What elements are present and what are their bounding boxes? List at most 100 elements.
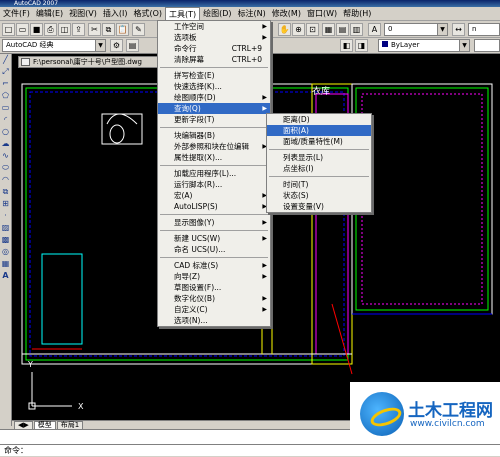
draw-toolbar: ╱ ⤢ ⌐ ⬠ ▭ ◜ ○ ☁ ∿ ⬭ ◠ ⧉ ⊞ · ▨ ▩ ◎ ▦ A xyxy=(0,54,12,426)
menu-edit[interactable]: 编辑(E) xyxy=(33,7,66,20)
menu-file[interactable]: 文件(F) xyxy=(0,7,33,20)
tools-menu-item-label: 命名 UCS(U)... xyxy=(174,245,226,254)
tools-menu-item[interactable]: 命名 UCS(U)... xyxy=(158,244,270,255)
open-file-icon[interactable]: ▭ xyxy=(16,23,29,36)
zoom-window-icon[interactable]: ⊡ xyxy=(306,23,319,36)
text-style-combo[interactable]: 0 ▼ xyxy=(384,23,448,36)
designcenter-icon[interactable]: ▤ xyxy=(336,23,349,36)
region-icon[interactable]: ◎ xyxy=(0,246,11,258)
query-submenu-item[interactable]: 面积(A) xyxy=(267,125,371,136)
text-style-icon[interactable]: A xyxy=(368,23,381,36)
toolpalette-icon[interactable]: ▥ xyxy=(350,23,363,36)
tools-menu-item[interactable]: 快速选择(K)... xyxy=(158,81,270,92)
menu-view[interactable]: 视图(V) xyxy=(66,7,100,20)
cut-icon[interactable]: ✂ xyxy=(88,23,101,36)
menu-format[interactable]: 格式(O) xyxy=(130,7,165,20)
tools-menu-item[interactable]: 自定义(C) ▶ xyxy=(158,304,270,315)
tools-menu-item[interactable]: 运行脚本(R)... xyxy=(158,179,270,190)
insert-block-icon[interactable]: ⧉ xyxy=(0,186,11,198)
color-combo[interactable]: ByLayer ▼ xyxy=(378,39,470,52)
tools-menu-item[interactable]: 块编辑器(B) xyxy=(158,130,270,141)
query-submenu-item[interactable]: 面域/质量特性(M) xyxy=(267,136,371,147)
copy-icon[interactable]: ⧉ xyxy=(102,23,115,36)
menu-separator xyxy=(160,214,268,215)
menu-dimension[interactable]: 标注(N) xyxy=(235,7,269,20)
mtext-icon[interactable]: A xyxy=(0,270,11,282)
spline-icon[interactable]: ∿ xyxy=(0,150,11,162)
preview-icon[interactable]: ◫ xyxy=(58,23,71,36)
tools-menu-item[interactable]: 工作空间 ▶ xyxy=(158,21,270,32)
query-submenu-item[interactable]: 时间(T) xyxy=(267,179,371,190)
ellipse-arc-icon[interactable]: ◠ xyxy=(0,174,11,186)
new-file-icon[interactable]: □ xyxy=(2,23,15,36)
zoom-icon[interactable]: ⊕ xyxy=(292,23,305,36)
tools-menu-item[interactable]: 清除屏幕 CTRL+0 xyxy=(158,54,270,65)
tools-menu-item[interactable]: 新建 UCS(W) ▶ xyxy=(158,233,270,244)
hatch-icon[interactable]: ▨ xyxy=(0,222,11,234)
tools-menu-item[interactable]: 选项(N)... xyxy=(158,315,270,326)
tools-menu-item[interactable]: 宏(A) ▶ xyxy=(158,190,270,201)
tools-menu-item[interactable]: 选项板 ▶ xyxy=(158,32,270,43)
query-submenu: 距离(D) 面积(A) 面域/质量特性(M) 列表显示(L) 点坐标(I) 时间(T) 状态… xyxy=(266,113,372,213)
polyline-icon[interactable]: ⌐ xyxy=(0,78,11,90)
tools-menu-item[interactable]: CAD 标准(S) ▶ xyxy=(158,260,270,271)
workspace-combo[interactable]: AutoCAD 经典 ▼ xyxy=(2,39,106,52)
tools-menu-item-label: 选项板 xyxy=(174,33,197,42)
revcloud-icon[interactable]: ☁ xyxy=(0,138,11,150)
tools-menu-item[interactable]: 绘图顺序(D) ▶ xyxy=(158,92,270,103)
ellipse-icon[interactable]: ⬭ xyxy=(0,162,11,174)
paste-icon[interactable]: 📋 xyxy=(116,23,129,36)
ucs-x-label: X xyxy=(78,402,84,411)
line-icon[interactable]: ╱ xyxy=(0,54,11,66)
query-submenu-item[interactable]: 列表显示(L) xyxy=(267,152,371,163)
query-submenu-item[interactable]: 距离(D) xyxy=(267,114,371,125)
circle-icon[interactable]: ○ xyxy=(0,126,11,138)
dim-style-combo[interactable]: n xyxy=(468,23,500,36)
tools-menu-item[interactable]: 向导(Z) ▶ xyxy=(158,271,270,282)
menu-modify[interactable]: 修改(M) xyxy=(269,7,304,20)
command-line[interactable]: 命令： xyxy=(0,444,500,456)
tools-menu-item-label: 属性提取(X)... xyxy=(174,153,223,162)
submenu-arrow-icon: ▶ xyxy=(262,235,267,242)
arc-icon[interactable]: ◜ xyxy=(0,114,11,126)
menu-tools[interactable]: 工具(T) xyxy=(165,6,201,21)
query-submenu-item[interactable]: 状态(S) xyxy=(267,190,371,201)
layer-manager-icon[interactable]: ▤ xyxy=(126,39,139,52)
linetype-combo[interactable] xyxy=(474,39,500,52)
window-titlebar: AutoCAD 2007 xyxy=(0,0,500,7)
tools-menu-item[interactable]: 查询(Q) ▶ xyxy=(158,103,270,114)
tools-menu-item[interactable]: 更新字段(T) xyxy=(158,114,270,125)
dim-style-icon[interactable]: ↔ xyxy=(452,23,465,36)
tools-menu-item[interactable]: 草图设置(F)... xyxy=(158,282,270,293)
layer-make-current-icon[interactable]: ◨ xyxy=(355,39,368,52)
print-icon[interactable]: ⎙ xyxy=(44,23,57,36)
tools-menu-item[interactable]: 加载应用程序(L)... xyxy=(158,168,270,179)
tools-menu-item[interactable]: 命令行 CTRL+9 xyxy=(158,43,270,54)
point-icon[interactable]: · xyxy=(0,210,11,222)
polygon-icon[interactable]: ⬠ xyxy=(0,90,11,102)
tools-menu-item[interactable]: 属性提取(X)... xyxy=(158,152,270,163)
query-submenu-item[interactable]: 设置变量(V) xyxy=(267,201,371,212)
table-icon[interactable]: ▦ xyxy=(0,258,11,270)
properties-icon[interactable]: ▦ xyxy=(322,23,335,36)
tools-menu-item[interactable]: 数字化仪(B) ▶ xyxy=(158,293,270,304)
workspace-settings-icon[interactable]: ⚙ xyxy=(110,39,123,52)
menu-help[interactable]: 帮助(H) xyxy=(340,7,374,20)
tools-menu-item[interactable]: AutoLISP(S) ▶ xyxy=(158,201,270,212)
tools-menu-item[interactable]: 外部参照和块在位编辑 ▶ xyxy=(158,141,270,152)
tools-menu-item[interactable]: 显示图像(Y) ▶ xyxy=(158,217,270,228)
rectangle-icon[interactable]: ▭ xyxy=(0,102,11,114)
tools-menu-item[interactable]: 拼写检查(E) xyxy=(158,70,270,81)
publish-icon[interactable]: ⇪ xyxy=(72,23,85,36)
gradient-icon[interactable]: ▩ xyxy=(0,234,11,246)
menu-window[interactable]: 窗口(W) xyxy=(304,7,340,20)
query-submenu-item[interactable]: 点坐标(I) xyxy=(267,163,371,174)
layer-prev-icon[interactable]: ◧ xyxy=(340,39,353,52)
make-block-icon[interactable]: ⊞ xyxy=(0,198,11,210)
match-properties-icon[interactable]: ✎ xyxy=(132,23,145,36)
menu-insert[interactable]: 插入(I) xyxy=(100,7,131,20)
pan-icon[interactable]: ✋ xyxy=(278,23,291,36)
construction-line-icon[interactable]: ⤢ xyxy=(0,66,11,78)
menu-draw[interactable]: 绘图(D) xyxy=(200,7,234,20)
save-icon[interactable]: ■ xyxy=(30,23,43,36)
